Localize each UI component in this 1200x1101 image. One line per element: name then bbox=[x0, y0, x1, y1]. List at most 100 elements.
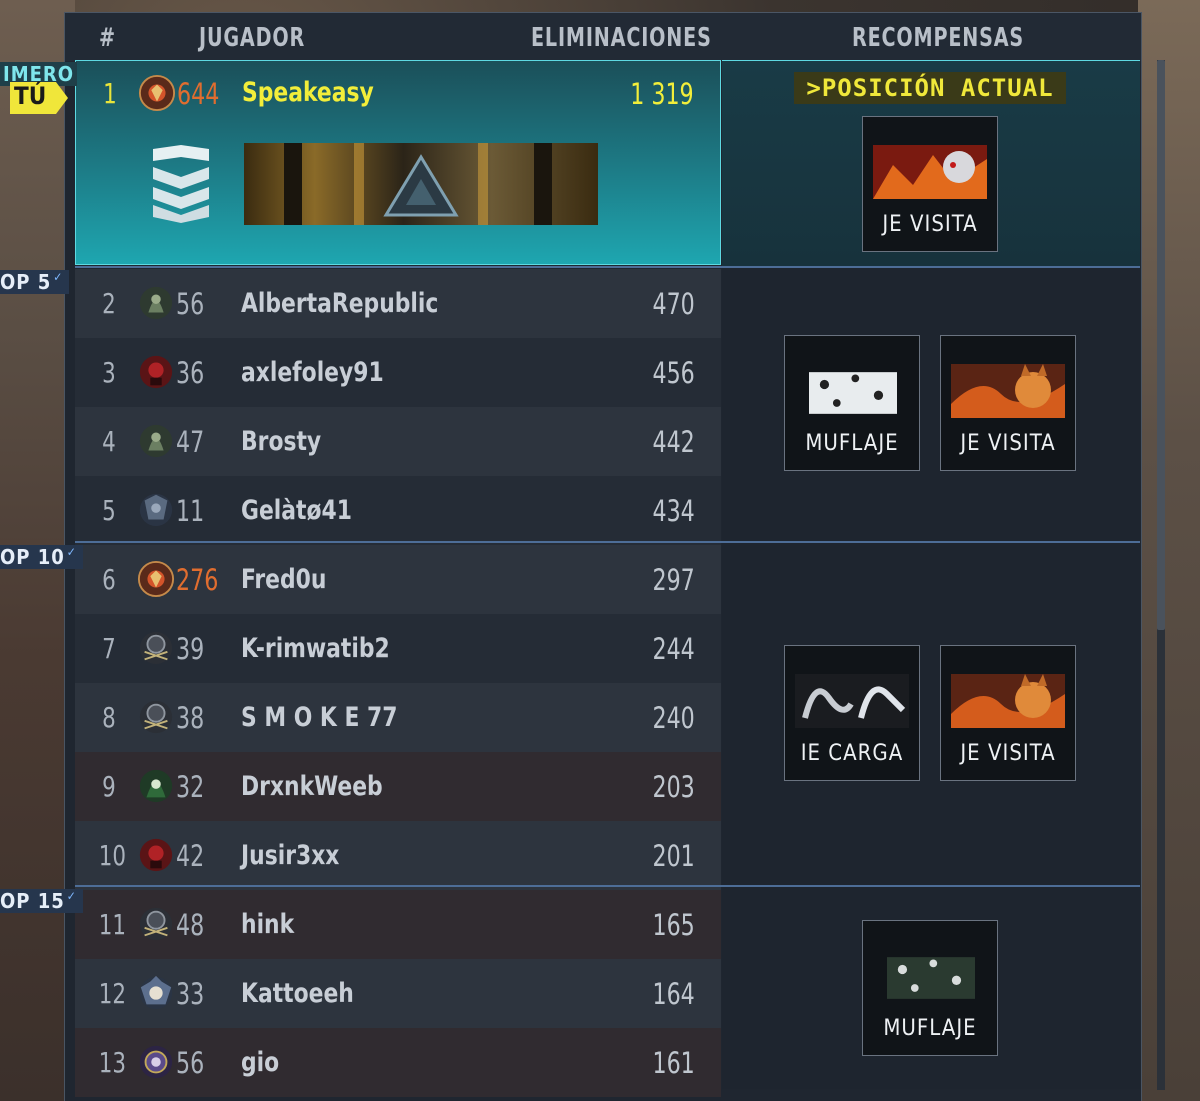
rank-emblem-icon bbox=[139, 769, 173, 803]
kill-count: 165 bbox=[652, 907, 695, 942]
kill-count: 161 bbox=[652, 1045, 695, 1080]
check-icon: ✓ bbox=[53, 270, 64, 284]
leaderboard-rows: 2 56 AlbertaRepublic 470 3 36 axlefoley9… bbox=[75, 269, 721, 1097]
reward-card[interactable]: JE VISITA bbox=[940, 335, 1076, 471]
rank: 11 bbox=[98, 908, 127, 941]
header-rewards: RECOMPENSAS bbox=[852, 23, 1025, 53]
table-row[interactable]: 9 32 DrxnkWeeb 203 bbox=[75, 752, 721, 821]
rank: 13 bbox=[98, 1046, 127, 1079]
header-player: JUGADOR bbox=[199, 23, 306, 53]
table-row[interactable]: 10 42 Jusir3xx 201 bbox=[75, 821, 721, 890]
reward-label: JE VISITA bbox=[882, 212, 978, 237]
header-rank: # bbox=[99, 23, 116, 53]
table-row[interactable]: 6 276 Fred0u 297 bbox=[75, 545, 721, 614]
rank: 8 bbox=[102, 701, 116, 734]
current-player-row[interactable]: 1 644 Speakeasy 1 319 bbox=[75, 60, 721, 265]
rank: 9 bbox=[102, 770, 116, 803]
player-name: Jusir3xx bbox=[241, 840, 340, 871]
calling-card bbox=[244, 143, 598, 225]
tier-divider bbox=[75, 885, 1140, 887]
kill-count: 164 bbox=[652, 976, 695, 1011]
player-level: 32 bbox=[176, 769, 205, 804]
rank-emblem-icon bbox=[139, 975, 173, 1010]
player-level: 36 bbox=[176, 355, 205, 390]
table-row[interactable]: 5 11 Gelàtø41 434 bbox=[75, 476, 721, 545]
reward-card[interactable]: MUFLAJE bbox=[784, 335, 920, 471]
fox-art-icon bbox=[951, 364, 1065, 418]
check-icon: ✓ bbox=[66, 889, 77, 903]
player-level: 56 bbox=[176, 286, 205, 321]
current-position-badge: >POSICIÓN ACTUAL bbox=[794, 72, 1066, 104]
player-name: DrxnkWeeb bbox=[241, 771, 383, 802]
reward-card[interactable]: JE VISITA bbox=[862, 116, 998, 252]
kill-count: 201 bbox=[652, 838, 695, 873]
tier-label-top5: OP 5 ✓ bbox=[0, 270, 70, 294]
scrollbar-thumb[interactable] bbox=[1157, 60, 1165, 630]
player-level: 48 bbox=[176, 907, 205, 942]
player-name: AlbertaRepublic bbox=[241, 288, 439, 319]
table-row[interactable]: 13 56 gio 161 bbox=[75, 1028, 721, 1097]
rank-emblem-icon bbox=[139, 1045, 173, 1079]
reward-card[interactable]: MUFLAJE bbox=[862, 920, 998, 1056]
rank: 10 bbox=[98, 839, 127, 872]
reward-label: MUFLAJE bbox=[883, 1016, 977, 1041]
tier-label-text: OP 5 bbox=[0, 270, 52, 294]
rank-emblem-icon bbox=[139, 907, 173, 941]
tier-label-top15: OP 15 ✓ bbox=[0, 889, 83, 913]
check-icon: ✓ bbox=[66, 545, 77, 559]
tier-label-text: OP 10 bbox=[0, 545, 65, 569]
player-level: 56 bbox=[176, 1045, 205, 1080]
table-row[interactable]: 8 38 S M O K E 77 240 bbox=[75, 683, 721, 752]
table-row[interactable]: 3 36 axlefoley91 456 bbox=[75, 338, 721, 407]
rank-emblem-icon bbox=[139, 493, 173, 527]
camo-paw-icon bbox=[887, 957, 975, 999]
table-row[interactable]: 2 56 AlbertaRepublic 470 bbox=[75, 269, 721, 338]
player-name: S M O K E 77 bbox=[241, 702, 398, 733]
leaderboard-header: # JUGADOR ELIMINACIONES RECOMPENSAS bbox=[65, 12, 1141, 61]
reward-label: MUFLAJE bbox=[805, 431, 899, 456]
player-level: 42 bbox=[176, 838, 205, 873]
tier-label-text: OP 15 bbox=[0, 889, 65, 913]
rank: 6 bbox=[102, 563, 116, 596]
dragon-art-icon bbox=[873, 145, 987, 199]
you-marker-label: TÚ bbox=[14, 82, 47, 110]
player-level: 276 bbox=[176, 562, 219, 597]
player-name: axlefoley91 bbox=[241, 357, 384, 388]
player-name: hink bbox=[241, 909, 295, 940]
rank-emblem-icon bbox=[139, 631, 173, 665]
player-name: K-rimwatib2 bbox=[241, 633, 390, 664]
player-name: Fred0u bbox=[241, 564, 327, 595]
rank: 5 bbox=[102, 494, 116, 527]
tier-divider bbox=[75, 541, 1140, 543]
player-name: Kattoeeh bbox=[241, 978, 354, 1009]
kill-count: 203 bbox=[652, 769, 695, 804]
camo-paw-icon bbox=[809, 372, 897, 414]
rank: 1 bbox=[103, 77, 117, 110]
prestige-emblem-icon bbox=[137, 560, 175, 598]
table-row[interactable]: 4 47 Brosty 442 bbox=[75, 407, 721, 476]
table-row[interactable]: 12 33 Kattoeeh 164 bbox=[75, 959, 721, 1028]
player-name: Brosty bbox=[241, 426, 322, 457]
table-row[interactable]: 7 39 K-rimwatib2 244 bbox=[75, 614, 721, 683]
rank: 7 bbox=[102, 632, 116, 665]
kill-count: 434 bbox=[652, 493, 695, 528]
kill-count: 297 bbox=[652, 562, 695, 597]
reward-label: JE VISITA bbox=[960, 741, 1056, 766]
serpent-art-icon bbox=[795, 674, 909, 728]
rank-emblem-icon bbox=[139, 700, 173, 734]
player-level: 38 bbox=[176, 700, 205, 735]
rank-emblem-icon bbox=[139, 355, 173, 389]
rank-emblem-icon bbox=[139, 424, 173, 458]
player-level: 39 bbox=[176, 631, 205, 666]
reward-label: JE VISITA bbox=[960, 431, 1056, 456]
background-right bbox=[1138, 0, 1200, 1101]
rank-emblem-icon bbox=[139, 286, 173, 320]
reward-card[interactable]: JE VISITA bbox=[940, 645, 1076, 781]
reward-card[interactable]: IE CARGA bbox=[784, 645, 920, 781]
fox-art-icon bbox=[951, 674, 1065, 728]
kill-count: 470 bbox=[652, 286, 695, 321]
player-level: 33 bbox=[176, 976, 205, 1011]
tier-label-top10: OP 10 ✓ bbox=[0, 545, 83, 569]
table-row[interactable]: 11 48 hink 165 bbox=[75, 890, 721, 959]
player-level: 11 bbox=[176, 493, 205, 528]
